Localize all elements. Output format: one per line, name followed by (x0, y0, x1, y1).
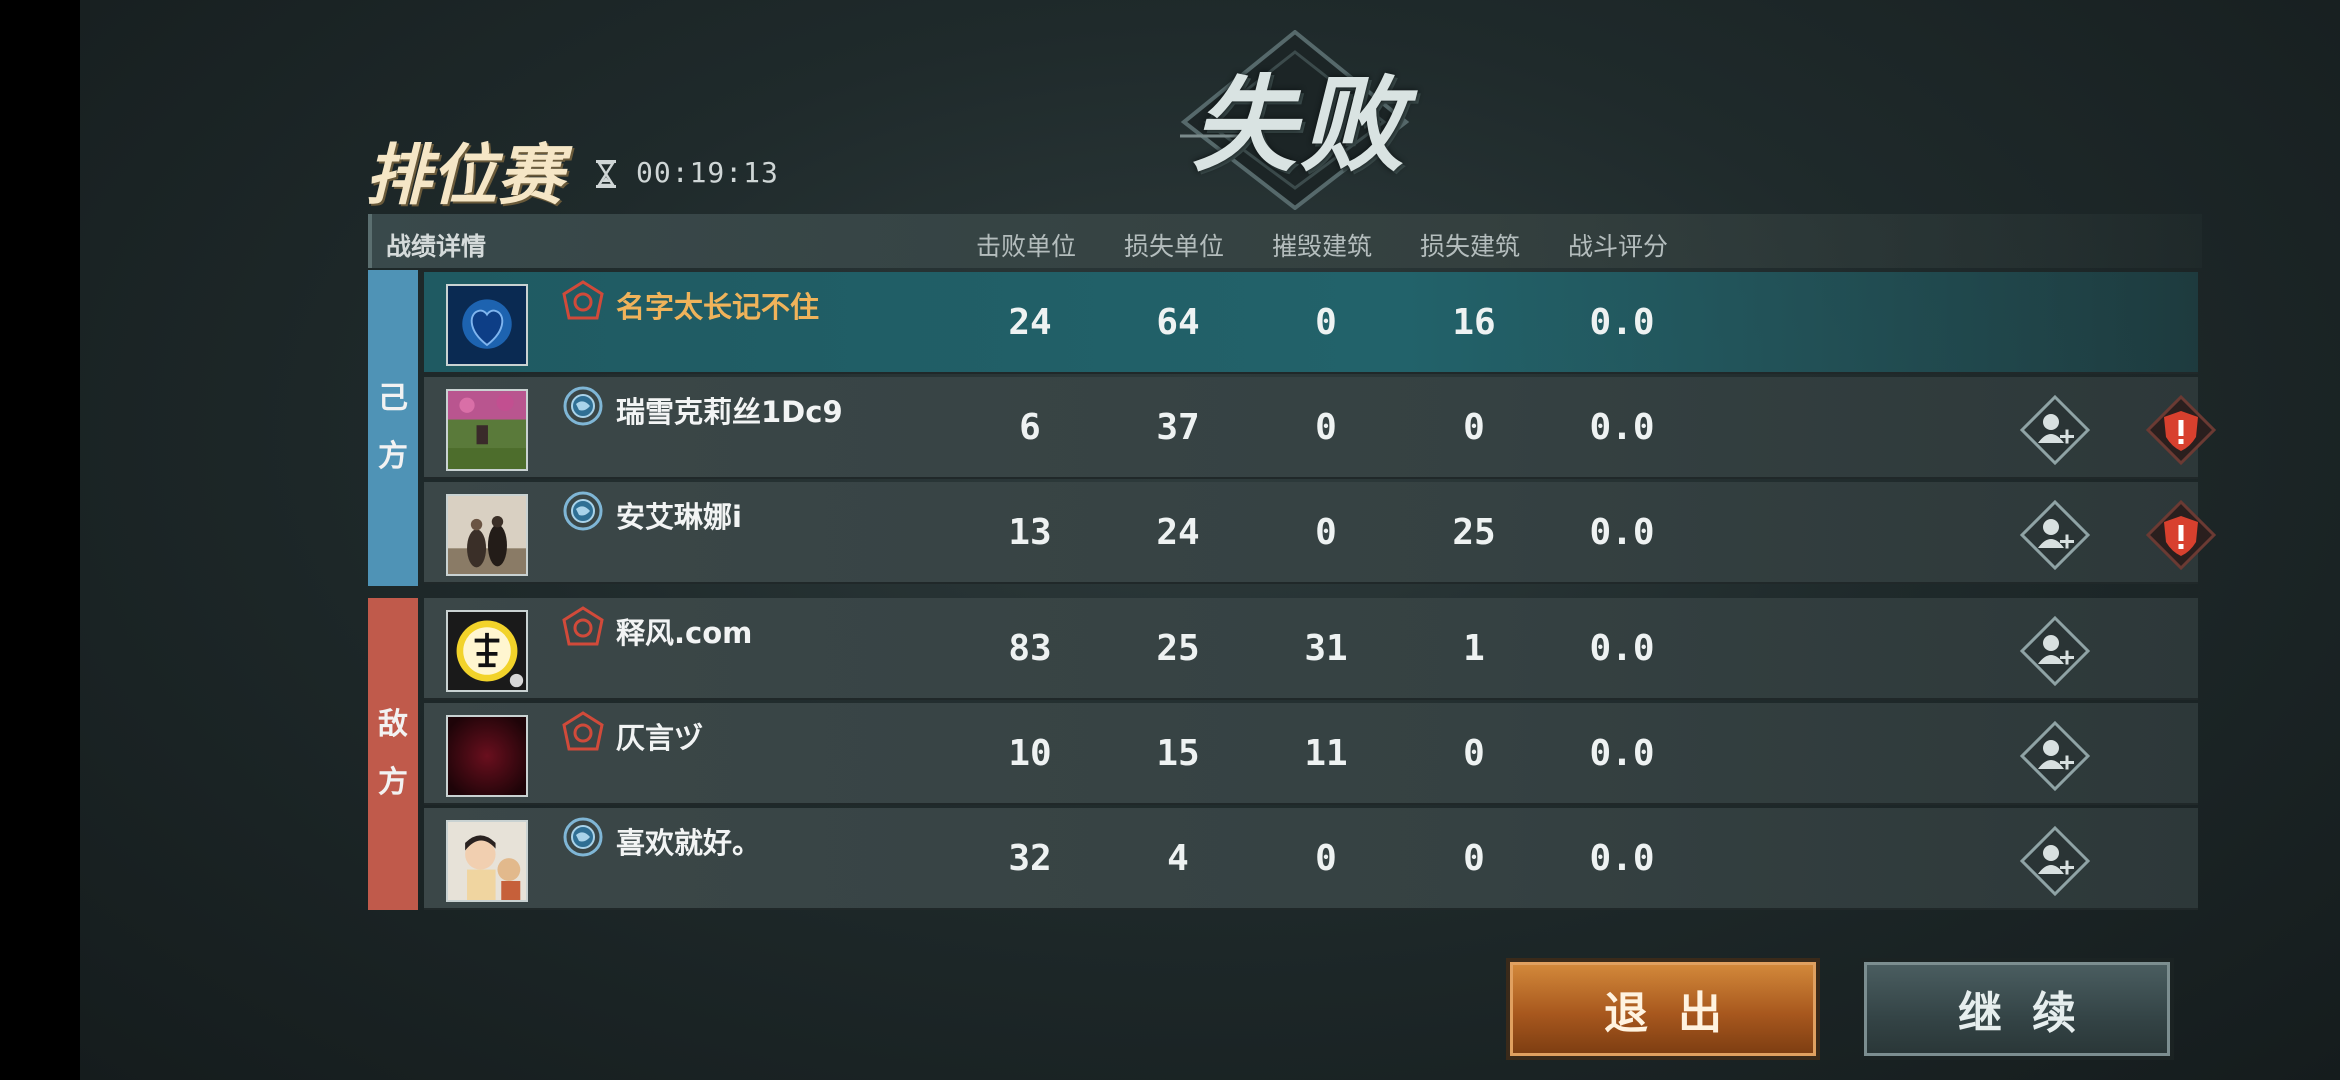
stat-buildings-lost: 0 (1463, 733, 1485, 774)
couple-photo-avatar (446, 494, 528, 576)
stat-kills: 24 (1008, 302, 1052, 343)
col-buildings-destroyed: 摧毁建筑 (1272, 232, 1373, 261)
add-friend-icon[interactable] (2020, 500, 2090, 570)
stat-kills: 13 (1008, 512, 1052, 553)
stat-battle-score: 0.0 (1589, 628, 1655, 669)
garden-photo-avatar (446, 389, 528, 471)
player-name: 仄言ヅ (616, 721, 704, 755)
table-header: 战绩详情 击败单位 损失单位 摧毁建筑 损失建筑 战斗评分 (368, 214, 2202, 268)
stat-buildings-lost: 0 (1463, 838, 1485, 879)
player-name: 名字太长记不住 (616, 290, 820, 324)
match-timer: 00:19:13 (636, 156, 779, 189)
player-row[interactable]: 喜欢就好。 32 4 0 0 0.0 (424, 808, 2198, 910)
dark-red-avatar (446, 715, 528, 797)
ally-side-label: 己 方 (368, 270, 418, 586)
player-row[interactable]: 瑞雪克莉丝1Dc9 6 37 0 0 0.0 (424, 377, 2216, 479)
stat-buildings-destroyed: 0 (1315, 407, 1337, 448)
stat-losses: 15 (1156, 733, 1200, 774)
player-name: 瑞雪克莉丝1Dc9 (616, 395, 843, 429)
stat-buildings-lost: 25 (1452, 512, 1496, 553)
player-row[interactable]: 释风.com 83 25 31 1 0.0 (424, 598, 2198, 700)
player-row[interactable]: 安艾琳娜i 13 24 0 25 0.0 (424, 482, 2216, 584)
report-icon[interactable] (2146, 500, 2216, 570)
scoreboard-screen: 失败 排位赛 00:19:13 战绩详情 击败单位 损失单位 摧毁建筑 损失建筑… (80, 0, 2340, 1080)
stat-battle-score: 0.0 (1589, 733, 1655, 774)
stat-losses: 4 (1167, 838, 1189, 879)
blue-globe-rank-icon (563, 491, 603, 531)
stat-buildings-lost: 0 (1463, 407, 1485, 448)
stat-losses: 37 (1156, 407, 1200, 448)
stat-battle-score: 0.0 (1589, 512, 1655, 553)
stat-battle-score: 0.0 (1589, 838, 1655, 879)
col-battle-score: 战斗评分 (1568, 232, 1669, 261)
stat-kills: 10 (1008, 733, 1052, 774)
stat-kills: 32 (1008, 838, 1052, 879)
stat-kills: 83 (1008, 628, 1052, 669)
stat-losses: 25 (1156, 628, 1200, 669)
player-name: 喜欢就好。 (616, 826, 762, 860)
enemy-side-label: 敌 方 (368, 598, 418, 910)
player-row-self[interactable]: 名字太长记不住 24 64 0 16 0.0 (424, 272, 2198, 374)
red-rank-icon (562, 711, 604, 751)
ally-label-char-1: 己 (378, 381, 408, 416)
add-friend-icon[interactable] (2020, 395, 2090, 465)
stat-buildings-destroyed: 31 (1304, 628, 1348, 669)
add-friend-icon[interactable] (2020, 616, 2090, 686)
child-photo-avatar (446, 820, 528, 902)
stat-battle-score: 0.0 (1589, 302, 1655, 343)
col-losses: 损失单位 (1124, 232, 1225, 261)
stat-losses: 24 (1156, 512, 1200, 553)
enemy-label-char-1: 敌 (378, 707, 408, 742)
stat-battle-score: 0.0 (1589, 407, 1655, 448)
red-rank-icon (562, 606, 604, 646)
stat-buildings-destroyed: 11 (1304, 733, 1348, 774)
enemy-label-char-2: 方 (378, 765, 408, 800)
add-friend-icon[interactable] (2020, 721, 2090, 791)
player-name: 释风.com (616, 616, 753, 650)
player-row[interactable]: 仄言ヅ 10 15 11 0 0.0 (424, 703, 2198, 805)
stat-buildings-lost: 16 (1452, 302, 1496, 343)
blue-globe-rank-icon (563, 386, 603, 426)
col-kills: 击败单位 (976, 232, 1077, 261)
ally-label-char-2: 方 (378, 439, 408, 474)
calligraphy-avatar (446, 610, 528, 692)
stat-buildings-destroyed: 0 (1315, 302, 1337, 343)
stat-buildings-destroyed: 0 (1315, 838, 1337, 879)
player-name: 安艾琳娜i (616, 500, 742, 534)
exit-button[interactable]: 退出 (1510, 962, 1816, 1056)
stat-buildings-lost: 1 (1463, 628, 1485, 669)
add-friend-icon[interactable] (2020, 826, 2090, 896)
stat-buildings-destroyed: 0 (1315, 512, 1337, 553)
stat-kills: 6 (1019, 407, 1041, 448)
stat-losses: 64 (1156, 302, 1200, 343)
continue-button[interactable]: 继续 (1864, 962, 2170, 1056)
result-title: 失败 (1191, 63, 1408, 186)
blue-heart-avatar (446, 284, 528, 366)
table-title: 战绩详情 (386, 232, 487, 261)
red-rank-icon (562, 280, 604, 320)
report-icon[interactable] (2146, 395, 2216, 465)
mode-title: 排位赛 (365, 136, 563, 214)
blue-globe-rank-icon (563, 817, 603, 857)
hourglass-icon (596, 160, 616, 188)
col-buildings-lost: 损失建筑 (1420, 232, 1521, 261)
